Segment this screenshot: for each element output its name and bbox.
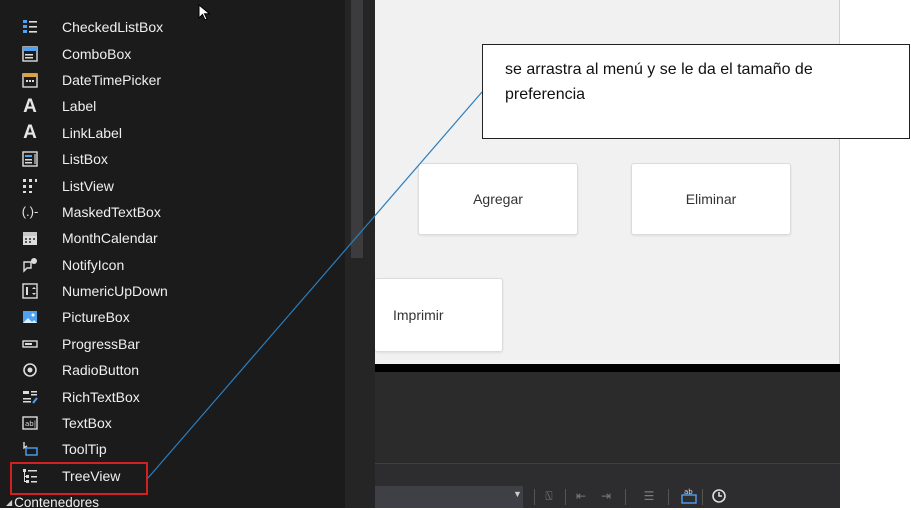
masked-textbox-icon: (.)- xyxy=(21,204,39,220)
calendar-icon xyxy=(19,228,41,248)
toolbox-item-label: LinkLabel xyxy=(62,124,122,141)
toolbox-item-richtextbox[interactable]: RichTextBox xyxy=(0,383,345,409)
imprimir-button[interactable]: Imprimir xyxy=(375,278,503,352)
toolbox-panel: CheckedListBox ComboBox DateTimePicker A… xyxy=(0,0,345,510)
textbox-icon: ab| xyxy=(19,413,41,433)
agregar-button[interactable]: Agregar xyxy=(418,163,578,235)
combobox-icon xyxy=(19,44,41,64)
toolbox-item-label[interactable]: A Label xyxy=(0,93,345,119)
toolbox-item-label: NotifyIcon xyxy=(62,256,125,273)
toolbox-item-textbox[interactable]: ab| TextBox xyxy=(0,410,345,436)
toolbox-item-linklabel[interactable]: A LinkLabel xyxy=(0,120,345,146)
collapse-arrow-icon: ◢ xyxy=(6,497,13,507)
eliminar-button[interactable]: Eliminar xyxy=(631,163,791,235)
toolbox-item-label: CheckedListBox xyxy=(62,19,164,36)
toolbox-item-datetimepicker[interactable]: DateTimePicker xyxy=(0,67,345,93)
callout-text: se arrastra al menú y se le da el tamaño… xyxy=(505,61,813,103)
listview-icon xyxy=(19,176,41,196)
mouse-cursor-icon xyxy=(198,4,211,21)
toolbox-item-picturebox[interactable]: PictureBox xyxy=(0,304,345,330)
component-tray xyxy=(375,372,840,463)
toolbar-separator xyxy=(625,489,626,505)
toolbox-item-label: RichTextBox xyxy=(62,388,140,405)
checked-list-icon xyxy=(19,17,41,37)
toolbox-item-notifyicon[interactable]: NotifyIcon xyxy=(0,252,345,278)
toolbox-item-combobox[interactable]: ComboBox xyxy=(0,40,345,66)
toolbox-item-label: Label xyxy=(62,98,97,115)
numeric-updown-icon xyxy=(19,281,41,301)
section-label: Contenedores xyxy=(14,494,99,510)
toolbox-item-maskedtextbox[interactable]: (.)- MaskedTextBox xyxy=(0,199,345,225)
toolbox-item-label: ListView xyxy=(62,177,114,194)
toolbox-item-label: NumericUpDown xyxy=(62,283,168,300)
toolbox-scrollbar[interactable] xyxy=(345,0,375,508)
annotation-callout: se arrastra al menú y se le da el tamaño… xyxy=(482,44,910,139)
scrollbar-thumb[interactable] xyxy=(351,0,363,258)
align-left-icon[interactable]: ⍂ xyxy=(540,487,558,505)
form-bottom-edge xyxy=(375,364,840,372)
richtext-icon xyxy=(19,387,41,407)
datetime-icon xyxy=(19,70,41,90)
toolbox-item-checkedlistbox[interactable]: CheckedListBox xyxy=(0,14,345,40)
toolbox-item-treeview[interactable]: TreeView xyxy=(0,463,345,489)
toolbox-item-tooltip[interactable]: ToolTip xyxy=(0,436,345,462)
radio-icon xyxy=(19,360,41,380)
notify-icon xyxy=(19,255,41,275)
toolbar-dropdown[interactable] xyxy=(375,486,523,508)
toolbox-item-label: MonthCalendar xyxy=(62,230,158,247)
toolbox-item-listbox[interactable]: ListBox xyxy=(0,146,345,172)
indent-left-icon[interactable]: ⇤ xyxy=(572,487,590,505)
toolbar-separator xyxy=(565,489,566,505)
toolbox-item-label: RadioButton xyxy=(62,362,140,379)
list-icon[interactable]: ☰ xyxy=(640,487,658,505)
toolbox-item-label: ListBox xyxy=(62,151,108,168)
toolbox-item-progressbar[interactable]: ProgressBar xyxy=(0,331,345,357)
linklabel-icon: A xyxy=(23,122,37,144)
listbox-icon xyxy=(19,149,41,169)
toolbox-item-label: ToolTip xyxy=(62,441,107,458)
progressbar-icon xyxy=(19,334,41,354)
treeview-icon xyxy=(19,466,41,486)
toolbox-item-label: PictureBox xyxy=(62,309,130,326)
toolbox-item-numericupdown[interactable]: NumericUpDown xyxy=(0,278,345,304)
toolbox-item-label: DateTimePicker xyxy=(62,71,162,88)
toolbox-item-label: TreeView xyxy=(62,467,121,484)
toolbar-separator xyxy=(668,489,669,505)
toolbox-item-monthcalendar[interactable]: MonthCalendar xyxy=(0,225,345,251)
indent-right-icon[interactable]: ⇥ xyxy=(597,487,615,505)
toolbox-item-label: ComboBox xyxy=(62,45,132,62)
clock-icon[interactable] xyxy=(710,487,728,505)
picture-icon xyxy=(19,307,41,327)
svg-text:ab: ab xyxy=(684,488,693,496)
toolbox-item-label: MaskedTextBox xyxy=(62,203,161,220)
tooltip-icon xyxy=(19,439,41,459)
toolbar-separator xyxy=(534,489,535,505)
toolbox-item-label: TextBox xyxy=(62,415,112,432)
toolbox-section-contenedores[interactable]: ◢ Contenedores xyxy=(0,494,99,510)
toolbox-item-radiobutton[interactable]: RadioButton xyxy=(0,357,345,383)
toolbox-list: CheckedListBox ComboBox DateTimePicker A… xyxy=(0,14,345,489)
toolbox-item-label: ProgressBar xyxy=(62,335,140,352)
chevron-down-icon[interactable]: ▼ xyxy=(513,489,522,499)
svg-text:ab|: ab| xyxy=(25,420,36,428)
label-icon: A xyxy=(23,95,37,117)
text-format-icon[interactable]: ab xyxy=(680,487,698,505)
toolbox-item-listview[interactable]: ListView xyxy=(0,172,345,198)
toolbar-separator xyxy=(702,489,703,505)
